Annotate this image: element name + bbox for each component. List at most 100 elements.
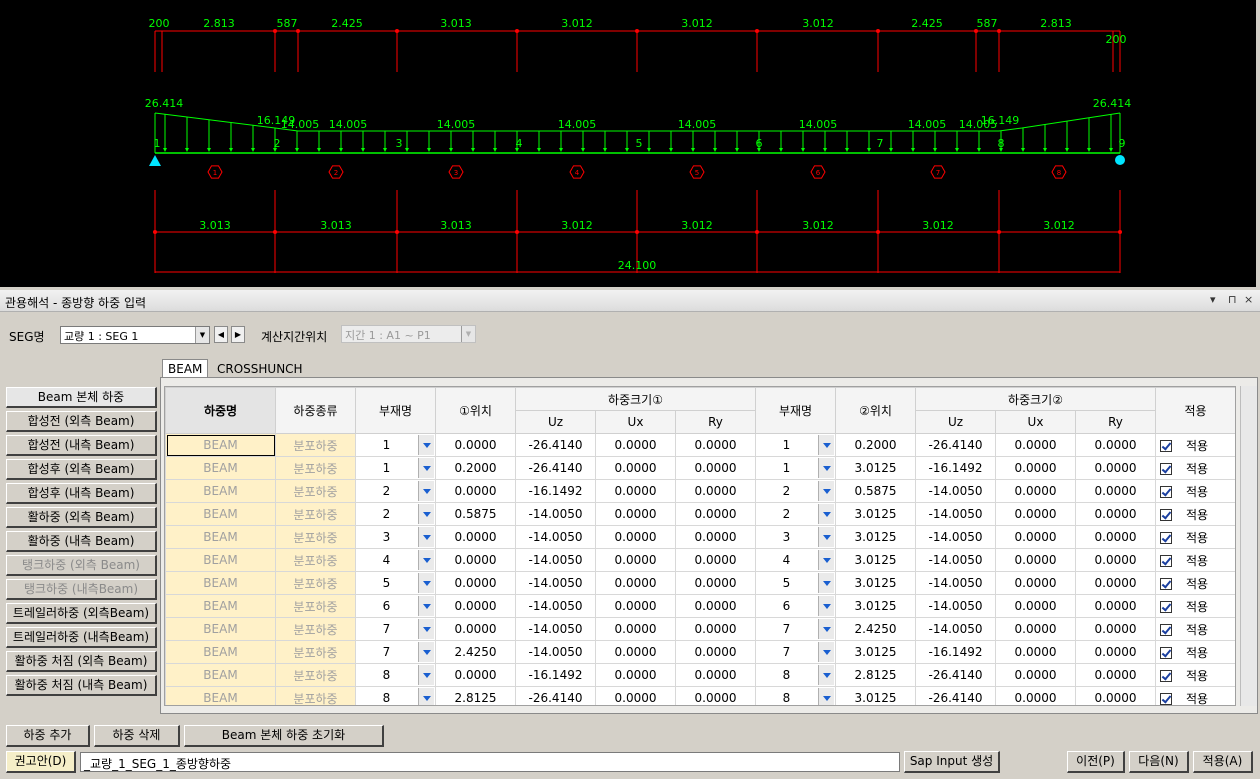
load-type-cell[interactable]: 분포하중 bbox=[275, 686, 356, 705]
ry2-cell[interactable]: 0.0000 bbox=[1075, 617, 1156, 641]
load-category-button[interactable]: 합성후 (외측 Beam) bbox=[6, 459, 157, 480]
load-category-button[interactable]: 탱크하중 (내측Beam) bbox=[6, 579, 157, 600]
ux2-cell[interactable]: 0.0000 bbox=[995, 433, 1076, 457]
table-row[interactable]: BEAM 분포하중 1 0.2000 -26.4140 0.0000 0.0000 1 3.01… bbox=[165, 456, 1235, 480]
pin-icon[interactable]: ⊓ bbox=[1228, 293, 1237, 306]
pos2-cell[interactable]: 3.0125 bbox=[835, 525, 916, 549]
tab-beam[interactable]: BEAM bbox=[162, 359, 209, 378]
uz1-cell[interactable]: -14.0050 bbox=[515, 525, 596, 549]
ry1-cell[interactable]: 0.0000 bbox=[675, 594, 756, 618]
chevron-down-icon[interactable] bbox=[818, 688, 834, 705]
pos2-cell[interactable]: 3.0125 bbox=[835, 456, 916, 480]
member2-cell[interactable]: 6 bbox=[755, 594, 836, 618]
uz2-cell[interactable]: -26.4140 bbox=[915, 663, 996, 687]
uz1-cell[interactable]: -26.4140 bbox=[515, 433, 596, 457]
chevron-down-icon[interactable] bbox=[418, 596, 434, 616]
table-row[interactable]: BEAM 분포하중 6 0.0000 -14.0050 0.0000 0.0000 6 3.01… bbox=[165, 594, 1235, 618]
calc-span-select[interactable]: 지간 1 : A1 ~ P1 ▼ bbox=[341, 325, 476, 343]
chevron-down-icon[interactable] bbox=[818, 573, 834, 593]
recommend-button[interactable]: 권고안(D) bbox=[6, 751, 76, 773]
load-name-cell[interactable]: BEAM bbox=[165, 479, 276, 503]
ry2-cell[interactable]: 0.0000 bbox=[1075, 456, 1156, 480]
load-type-cell[interactable]: 분포하중 bbox=[275, 502, 356, 526]
ry1-cell[interactable]: 0.0000 bbox=[675, 479, 756, 503]
member1-cell[interactable]: 7 bbox=[355, 617, 436, 641]
ux2-cell[interactable]: 0.0000 bbox=[995, 663, 1076, 687]
apply-cell[interactable]: 적용 bbox=[1155, 663, 1235, 687]
ux1-cell[interactable]: 0.0000 bbox=[595, 502, 676, 526]
apply-button[interactable]: 적용(A) bbox=[1193, 751, 1253, 773]
load-name-cell[interactable]: BEAM bbox=[165, 456, 276, 480]
chevron-down-icon[interactable] bbox=[818, 527, 834, 547]
ux1-cell[interactable]: 0.0000 bbox=[595, 479, 676, 503]
pos1-cell[interactable]: 0.2000 bbox=[435, 456, 516, 480]
ry1-cell[interactable]: 0.0000 bbox=[675, 640, 756, 664]
apply-cell[interactable]: 적용 bbox=[1155, 594, 1235, 618]
member1-cell[interactable]: 8 bbox=[355, 663, 436, 687]
load-type-cell[interactable]: 분포하중 bbox=[275, 640, 356, 664]
ry2-cell[interactable]: 0.0000 bbox=[1075, 502, 1156, 526]
pos2-cell[interactable]: 3.0125 bbox=[835, 686, 916, 705]
ry2-cell[interactable]: 0.0000 bbox=[1075, 594, 1156, 618]
member1-cell[interactable]: 8 bbox=[355, 686, 436, 705]
load-table[interactable]: 하중명 하중종류 부재명 ①위치 하중크기① 부재명 ②위치 하중크기② 적용 … bbox=[164, 386, 1236, 706]
uz1-cell[interactable]: -26.4140 bbox=[515, 686, 596, 705]
apply-checkbox[interactable] bbox=[1160, 486, 1172, 498]
ry1-cell[interactable]: 0.0000 bbox=[675, 502, 756, 526]
menu-icon[interactable]: ▾ bbox=[1210, 293, 1216, 306]
uz1-cell[interactable]: -14.0050 bbox=[515, 617, 596, 641]
apply-checkbox[interactable] bbox=[1160, 601, 1172, 613]
apply-checkbox[interactable] bbox=[1160, 578, 1172, 590]
apply-cell[interactable]: 적용 bbox=[1155, 686, 1235, 705]
pos2-cell[interactable]: 0.5875 bbox=[835, 479, 916, 503]
pos2-cell[interactable]: 0.2000 bbox=[835, 433, 916, 457]
table-row[interactable]: BEAM 분포하중 5 0.0000 -14.0050 0.0000 0.0000 5 3.01… bbox=[165, 571, 1235, 595]
chevron-down-icon[interactable] bbox=[818, 596, 834, 616]
apply-checkbox[interactable] bbox=[1160, 532, 1172, 544]
chevron-down-icon[interactable] bbox=[418, 481, 434, 501]
table-row[interactable]: BEAM 분포하중 8 0.0000 -16.1492 0.0000 0.0000 8 2.81… bbox=[165, 663, 1235, 687]
apply-cell[interactable]: 적용 bbox=[1155, 640, 1235, 664]
chevron-down-icon[interactable] bbox=[418, 688, 434, 705]
chevron-down-icon[interactable] bbox=[818, 619, 834, 639]
ry1-cell[interactable]: 0.0000 bbox=[675, 525, 756, 549]
ux1-cell[interactable]: 0.0000 bbox=[595, 663, 676, 687]
member1-cell[interactable]: 4 bbox=[355, 548, 436, 572]
chevron-down-icon[interactable] bbox=[418, 458, 434, 478]
prev-button[interactable]: 이전(P) bbox=[1067, 751, 1125, 773]
load-category-button[interactable]: 합성전 (외측 Beam) bbox=[6, 411, 157, 432]
load-name-cell[interactable]: BEAM bbox=[165, 594, 276, 618]
load-name-cell[interactable]: BEAM bbox=[165, 433, 276, 457]
load-category-button[interactable]: 합성후 (내측 Beam) bbox=[6, 483, 157, 504]
ry2-cell[interactable]: 0.0000 bbox=[1075, 525, 1156, 549]
ry2-cell[interactable]: 0.0000 bbox=[1075, 686, 1156, 705]
uz2-cell[interactable]: -16.1492 bbox=[915, 640, 996, 664]
prev-seg-button[interactable]: ◀ bbox=[214, 326, 228, 343]
table-row[interactable]: BEAM 분포하중 4 0.0000 -14.0050 0.0000 0.0000 4 3.01… bbox=[165, 548, 1235, 572]
member1-cell[interactable]: 5 bbox=[355, 571, 436, 595]
member2-cell[interactable]: 8 bbox=[755, 663, 836, 687]
structure-viewport[interactable]: 200 2.813 587 2.425 3.013 3.012 3.012 3.012 2.42… bbox=[0, 0, 1256, 287]
ry1-cell[interactable]: 0.0000 bbox=[675, 617, 756, 641]
uz2-cell[interactable]: -14.0050 bbox=[915, 525, 996, 549]
uz2-cell[interactable]: -26.4140 bbox=[915, 433, 996, 457]
member2-cell[interactable]: 7 bbox=[755, 617, 836, 641]
load-name-cell[interactable]: BEAM bbox=[165, 686, 276, 705]
load-name-cell[interactable]: BEAM bbox=[165, 548, 276, 572]
pos2-cell[interactable]: 3.0125 bbox=[835, 571, 916, 595]
ux1-cell[interactable]: 0.0000 bbox=[595, 640, 676, 664]
apply-checkbox[interactable] bbox=[1160, 647, 1172, 659]
load-name-cell[interactable]: BEAM bbox=[165, 663, 276, 687]
pos1-cell[interactable]: 2.8125 bbox=[435, 686, 516, 705]
load-name-cell[interactable]: BEAM bbox=[165, 571, 276, 595]
member2-cell[interactable]: 1 bbox=[755, 433, 836, 457]
ry1-cell[interactable]: 0.0000 bbox=[675, 548, 756, 572]
table-row[interactable]: BEAM 분포하중 8 2.8125 -26.4140 0.0000 0.0000 8 3.01… bbox=[165, 686, 1235, 705]
ry2-cell[interactable]: 0.0000 bbox=[1075, 433, 1156, 457]
delete-load-button[interactable]: 하중 삭제 bbox=[94, 725, 180, 747]
member1-cell[interactable]: 1 bbox=[355, 433, 436, 457]
uz1-cell[interactable]: -26.4140 bbox=[515, 456, 596, 480]
pos1-cell[interactable]: 0.0000 bbox=[435, 479, 516, 503]
pos1-cell[interactable]: 0.0000 bbox=[435, 525, 516, 549]
load-name-cell[interactable]: BEAM bbox=[165, 617, 276, 641]
